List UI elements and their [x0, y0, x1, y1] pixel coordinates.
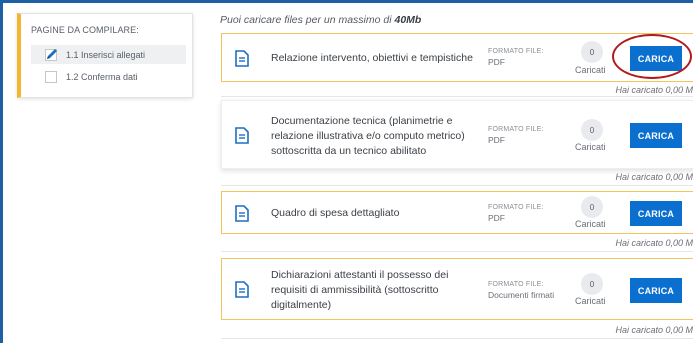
note-text: Puoi caricare files per un massimo di [220, 14, 395, 26]
uploaded-size: Hai caricato 0,00 M [615, 238, 693, 248]
upload-count-label: Caricati [575, 142, 606, 152]
divider [221, 338, 693, 339]
sidebar-step-conferma-dati[interactable]: 1.2 Conferma dati [31, 67, 186, 86]
document-icon [235, 205, 249, 222]
document-title: Relazione intervento, obiettivi e tempis… [271, 52, 473, 64]
document-icon [235, 50, 249, 67]
document-title: Dichiarazioni attestanti il possesso dei… [271, 269, 449, 311]
document-card: Documentazione tecnica (planimetrie e re… [221, 100, 693, 169]
upload-count-label: Caricati [575, 296, 606, 306]
document-card: Dichiarazioni attestanti il possesso dei… [221, 258, 693, 320]
uploaded-size: Hai caricato 0,00 M [615, 172, 693, 182]
upload-count: 0 [581, 119, 603, 141]
sidebar-step-inserisci-allegati[interactable]: 1.1 Inserisci allegati [31, 45, 186, 64]
window-frame-left [0, 0, 3, 343]
carica-button[interactable]: CARICA [630, 123, 682, 148]
document-title: Documentazione tecnica (planimetrie e re… [271, 115, 465, 157]
document-icon [235, 127, 249, 144]
step-label: 1.1 Inserisci allegati [66, 49, 146, 60]
edit-pen-icon [47, 48, 57, 59]
divider [221, 185, 693, 186]
document-title: Quadro di spesa dettagliato [271, 207, 400, 219]
format-value: PDF [488, 213, 505, 223]
upload-count: 0 [581, 273, 603, 295]
upload-count: 0 [581, 196, 603, 218]
note-limit: 40Mb [394, 14, 422, 26]
format-value: PDF [488, 57, 505, 67]
upload-count-label: Caricati [575, 219, 606, 229]
carica-button[interactable]: CARICA [630, 278, 682, 303]
upload-limit-note: Puoi caricare files per un massimo di 40… [220, 14, 421, 26]
step-checkbox [45, 70, 57, 83]
format-value: PDF [488, 135, 505, 145]
upload-count: 0 [581, 41, 603, 63]
uploaded-size: Hai caricato 0,00 M [615, 325, 693, 335]
carica-button[interactable]: CARICA [630, 46, 682, 71]
step-checkbox [45, 48, 57, 61]
document-icon [235, 281, 249, 298]
divider [221, 96, 693, 97]
pages-sidebar: PAGINE DA COMPILARE: 1.1 Inserisci alleg… [17, 13, 193, 98]
document-card: Relazione intervento, obiettivi e tempis… [221, 33, 693, 82]
format-label: FORMATO FILE: [488, 126, 544, 133]
format-label: FORMATO FILE: [488, 281, 544, 288]
window-frame-top [0, 0, 693, 3]
format-label: FORMATO FILE: [488, 48, 544, 55]
divider [221, 251, 693, 252]
format-label: FORMATO FILE: [488, 204, 544, 211]
step-label: 1.2 Conferma dati [66, 71, 138, 82]
uploaded-size: Hai caricato 0,00 M [615, 85, 693, 95]
upload-count-label: Caricati [575, 65, 606, 75]
carica-button[interactable]: CARICA [630, 201, 682, 226]
sidebar-title: PAGINE DA COMPILARE: [31, 25, 139, 35]
document-card: Quadro di spesa dettagliato FORMATO FILE… [221, 191, 693, 234]
format-value: Documenti firmati [488, 290, 555, 300]
